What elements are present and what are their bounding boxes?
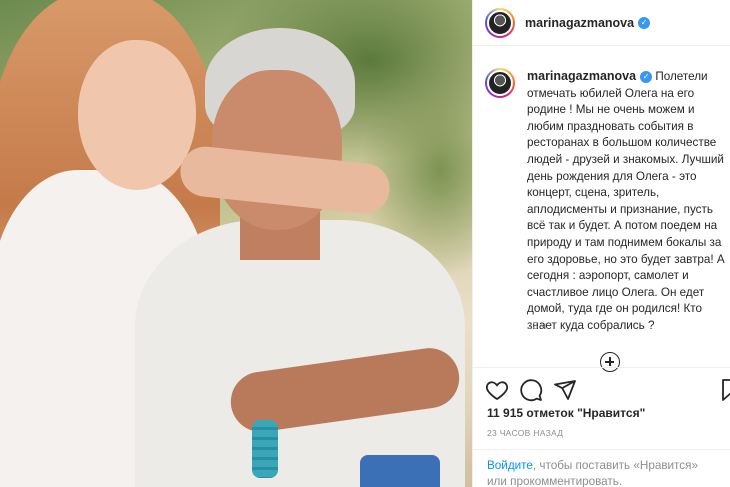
likes-count[interactable]: 11 915 отметок "Нравится" [487,406,645,420]
bracelet [252,420,278,478]
post-sidebar: marinagazmanova ✓ marinagazmanova ✓ Полет… [472,0,730,487]
post-photo[interactable] [0,0,472,487]
caption-block: marinagazmanova ✓ Полетели отмечать юбиле… [485,68,729,335]
header-username[interactable]: marinagazmanova [525,16,634,30]
verified-badge-icon: ✓ [638,16,651,29]
caption-username[interactable]: marinagazmanova [527,69,636,83]
verified-badge-icon: ✓ [640,70,653,83]
woman-face [78,40,196,190]
post-header: marinagazmanova ✓ [473,0,730,46]
caption-body: Полетели отмечать юбилей Олега на его ро… [527,70,725,332]
avatar[interactable] [485,7,515,38]
login-prompt: Войдите, чтобы поставить «Нравится» или … [473,449,730,487]
comment-icon[interactable] [519,378,543,402]
caption-time[interactable]: 23 ч. [527,321,549,332]
caption-text: marinagazmanova ✓ Полетели отмечать юбиле… [527,68,727,335]
login-link[interactable]: Войдите [487,459,533,472]
post-time-ago[interactable]: 23 ЧАСОВ НАЗАД [487,428,563,438]
caption-avatar-image [487,70,513,96]
shorts [360,455,440,487]
caption-avatar[interactable] [485,68,515,98]
avatar-image [487,9,513,36]
share-icon[interactable] [553,378,577,402]
bookmark-icon[interactable] [719,378,730,402]
heart-icon[interactable] [485,378,509,402]
